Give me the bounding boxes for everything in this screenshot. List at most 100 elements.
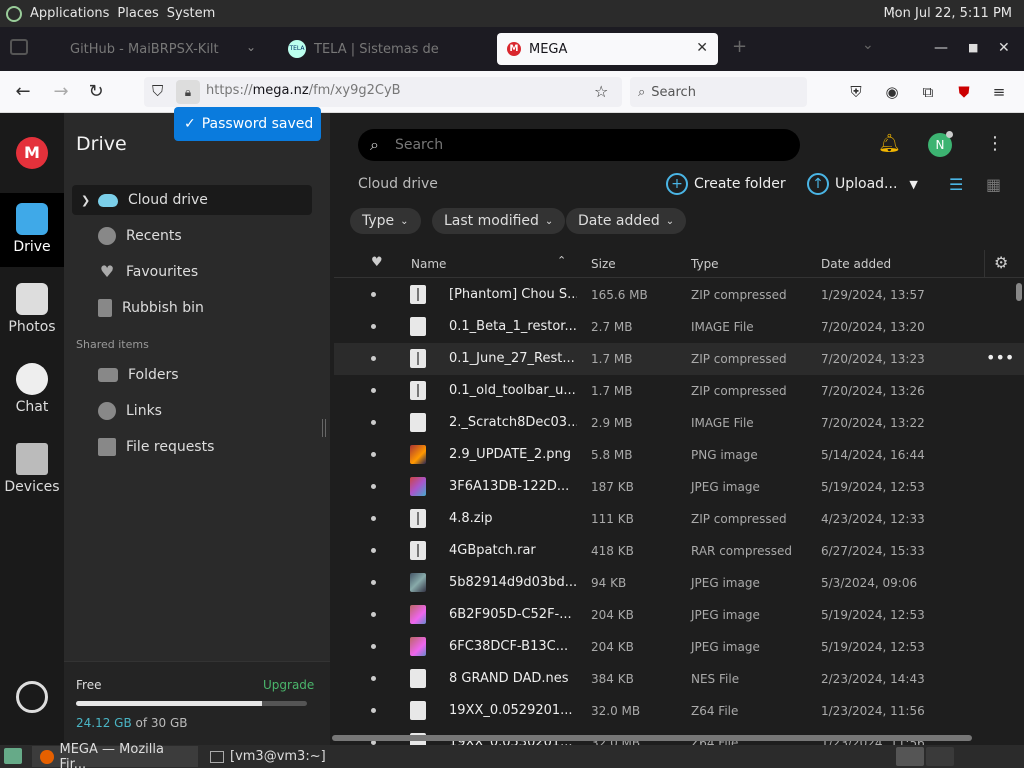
favourite-dot[interactable] <box>371 388 376 393</box>
sidebar-item-cloud-drive[interactable]: ❯ Cloud drive <box>72 185 312 215</box>
favourite-dot[interactable] <box>371 548 376 553</box>
clock[interactable]: Mon Jul 22, 5:11 PM <box>883 6 1012 21</box>
lock-icon[interactable]: 🔒︎ <box>176 80 200 104</box>
grid-view-icon[interactable]: ▦ <box>986 175 1001 194</box>
favourite-dot[interactable] <box>371 644 376 649</box>
maximize-icon[interactable]: ■ <box>968 41 978 54</box>
favourite-dot[interactable] <box>371 516 376 521</box>
system-menu[interactable]: System <box>167 6 215 21</box>
favourite-dot[interactable] <box>371 484 376 489</box>
applications-menu[interactable]: Applications <box>30 6 109 21</box>
table-row[interactable]: [Phantom] Chou S... 165.6 MB ZIP compresse… <box>334 279 1024 311</box>
column-name[interactable]: Name <box>411 257 446 271</box>
pocket-icon[interactable]: ⛨ <box>845 81 867 103</box>
mega-logo[interactable]: M <box>16 137 48 169</box>
column-size[interactable]: Size <box>591 257 616 271</box>
tab-tela[interactable]: TELA TELA | Sistemas de <box>278 33 488 65</box>
url-text[interactable]: https://mega.nz/fm/xy9g2CyB <box>206 83 401 98</box>
sidebar-item-recents[interactable]: Recents <box>72 221 312 251</box>
workspace-firefox-icon[interactable] <box>896 747 924 766</box>
horizontal-scrollbar[interactable] <box>332 735 972 741</box>
list-view-icon[interactable]: ☰ <box>949 175 963 194</box>
more-options-icon[interactable]: ⋮ <box>986 133 1004 154</box>
filter-type[interactable]: Type ⌄ <box>350 208 421 234</box>
table-row[interactable]: 5b82914d9d03bd... 94 KB JPEG image 5/3/2024… <box>334 567 1024 599</box>
taskbar-item-firefox[interactable]: MEGA — Mozilla Fir... <box>32 742 198 768</box>
favourite-dot[interactable] <box>371 580 376 585</box>
file-name[interactable]: 3F6A13DB-122D... <box>449 479 577 494</box>
distro-logo-icon[interactable] <box>6 5 22 22</box>
table-row[interactable]: 2.9_UPDATE_2.png 5.8 MB PNG image 5/14/2024… <box>334 439 1024 471</box>
places-menu[interactable]: Places <box>117 6 158 21</box>
reload-icon[interactable]: ↻ <box>85 81 107 103</box>
forward-icon[interactable]: → <box>50 81 72 103</box>
favourite-dot[interactable] <box>371 356 376 361</box>
new-tab-icon[interactable]: + <box>732 36 747 57</box>
rail-devices[interactable]: Devices <box>0 433 64 507</box>
favourite-dot[interactable] <box>371 612 376 617</box>
table-row[interactable]: 6B2F905D-C52F-... 204 KB JPEG image 5/19/20… <box>334 599 1024 631</box>
upload-button[interactable]: ↑ Upload... ▼ <box>807 173 918 195</box>
table-row[interactable]: 3F6A13DB-122D... 187 KB JPEG image 5/19/202… <box>334 471 1024 503</box>
list-all-tabs-icon[interactable]: ⌄ <box>862 37 874 53</box>
sidebar-item-rubbish-bin[interactable]: Rubbish bin <box>72 293 312 323</box>
sidebar-item-file-requests[interactable]: File requests <box>72 432 312 462</box>
file-name[interactable]: 6FC38DCF-B13C... <box>449 639 577 654</box>
close-window-icon[interactable]: ✕ <box>998 40 1010 56</box>
drive-search-input[interactable]: ⌕ Search <box>358 129 800 161</box>
extensions-icon[interactable]: ⧉ <box>917 81 939 103</box>
favourite-dot[interactable] <box>371 676 376 681</box>
favourite-column-heart-icon[interactable]: ♥ <box>371 255 383 270</box>
column-settings-gear-icon[interactable]: ⚙ <box>994 253 1008 272</box>
file-name[interactable]: 0.1_June_27_Rest... <box>449 351 577 366</box>
filter-date-added[interactable]: Date added ⌄ <box>566 208 687 234</box>
expand-chevron-icon[interactable]: ❯ <box>81 194 90 207</box>
workspace-switcher-icon[interactable] <box>926 747 954 766</box>
file-name[interactable]: 19XX_0.0529201... <box>449 703 577 718</box>
column-type[interactable]: Type <box>691 257 719 271</box>
show-desktop-icon[interactable] <box>4 748 22 764</box>
sidebar-item-folders[interactable]: Folders <box>72 360 312 390</box>
table-row[interactable]: 2._Scratch8Dec03... 2.9 MB IMAGE File 7/20/… <box>334 407 1024 439</box>
column-date-added[interactable]: Date added <box>821 257 891 271</box>
table-row[interactable]: 4GBpatch.rar 418 KB RAR compressed 6/27/202… <box>334 535 1024 567</box>
favourite-dot[interactable] <box>371 452 376 457</box>
sidebar-item-favourites[interactable]: ♥ Favourites <box>72 257 312 287</box>
favourite-dot[interactable] <box>371 420 376 425</box>
bookmark-star-icon[interactable]: ☆ <box>594 82 608 101</box>
favourite-dot[interactable] <box>371 324 376 329</box>
row-more-options-icon[interactable]: ••• <box>986 348 1014 367</box>
file-name[interactable]: 0.1_old_toolbar_u... <box>449 383 577 398</box>
menu-icon[interactable]: ≡ <box>988 81 1010 103</box>
table-row[interactable]: 8 GRAND DAD.nes 384 KB NES File 2/23/2024, … <box>334 663 1024 695</box>
favourite-dot[interactable] <box>371 708 376 713</box>
sidebar-item-links[interactable]: Links <box>72 396 312 426</box>
account-icon[interactable]: ◉ <box>881 81 903 103</box>
table-row[interactable]: 0.1_June_27_Rest... 1.7 MB ZIP compressed 7… <box>334 343 1024 375</box>
file-name[interactable]: [Phantom] Chou S... <box>449 287 577 302</box>
taskbar-item-terminal[interactable]: [vm3@vm3:~] <box>202 746 372 767</box>
file-name[interactable]: 6B2F905D-C52F-... <box>449 607 577 622</box>
vertical-scrollbar[interactable] <box>1016 283 1022 301</box>
notifications-bell-icon[interactable]: 🔔︎ <box>878 133 901 154</box>
table-row[interactable]: 19XX_0.0529201... 32.0 MB Z64 File 1/23/202… <box>334 695 1024 727</box>
file-name[interactable]: 2.9_UPDATE_2.png <box>449 447 577 462</box>
table-row[interactable]: 0.1_Beta_1_restor... 2.7 MB IMAGE File 7/20… <box>334 311 1024 343</box>
file-name[interactable]: 5b82914d9d03bd... <box>449 575 577 590</box>
rail-chat[interactable]: Chat <box>0 353 64 427</box>
tab-list-chevron-icon[interactable]: ⌄ <box>246 40 256 54</box>
file-name[interactable]: 2._Scratch8Dec03... <box>449 415 577 430</box>
browser-search-bar[interactable]: ⌕ Search <box>630 77 807 107</box>
filter-last-modified[interactable]: Last modified ⌄ <box>432 208 566 234</box>
file-name[interactable]: 0.1_Beta_1_restor... <box>449 319 577 334</box>
create-folder-button[interactable]: + Create folder <box>666 173 786 195</box>
url-bar[interactable]: ⛉ 🔒︎ https://mega.nz/fm/xy9g2CyB ☆ <box>144 77 622 107</box>
tab-github[interactable]: GitHub - MaiBRPSX-Kilt <box>60 33 260 65</box>
file-name[interactable]: 4.8.zip <box>449 511 577 526</box>
rail-photos[interactable]: Photos <box>0 273 64 347</box>
minimize-icon[interactable]: — <box>934 40 948 56</box>
favourite-dot[interactable] <box>371 292 376 297</box>
upgrade-link[interactable]: Upgrade <box>263 678 314 692</box>
table-row[interactable]: 6FC38DCF-B13C... 204 KB JPEG image 5/19/202… <box>334 631 1024 663</box>
sidebar-resize-handle[interactable] <box>322 419 326 437</box>
